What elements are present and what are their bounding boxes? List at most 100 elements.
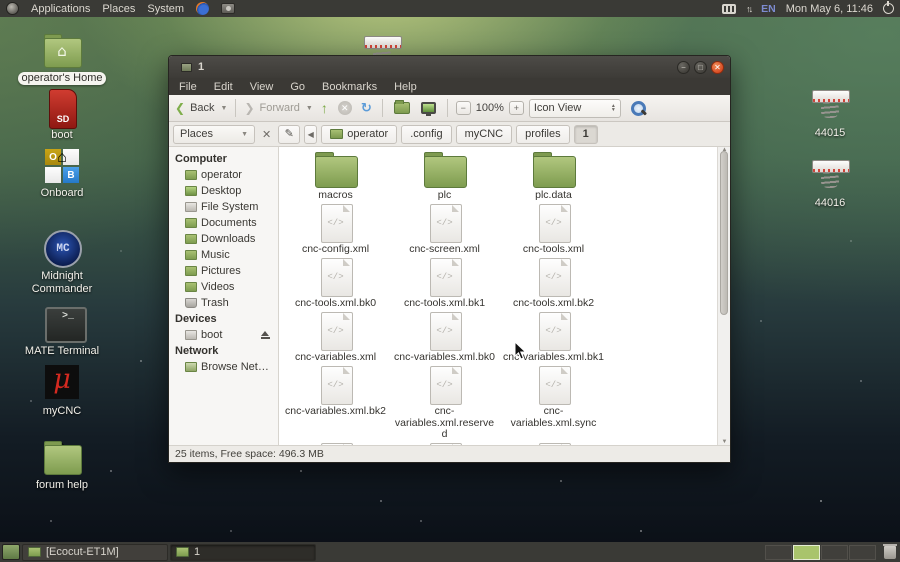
sidebar-entry[interactable]: File System — [169, 199, 278, 215]
taskbar: [Ecocut-ET1M] 1 — [22, 543, 763, 561]
scroll-down-icon[interactable]: ▼ — [718, 439, 731, 445]
file-item[interactable]: cnc-tools.xml — [499, 202, 608, 256]
workspace-cell[interactable] — [849, 544, 876, 560]
trash-icon[interactable] — [883, 543, 897, 559]
stop-button[interactable]: ✕ — [337, 101, 352, 115]
desktop-icon[interactable]: ⌂ Midnight Commander — [10, 229, 114, 297]
workspace-cell[interactable] — [793, 544, 820, 560]
sidebar-entry[interactable]: Documents — [169, 215, 278, 231]
sidebar-entry[interactable]: Downloads — [169, 231, 278, 247]
file-item[interactable]: macros — [281, 148, 390, 202]
breadcrumb-button[interactable]: operator — [321, 124, 398, 144]
desktop-icon[interactable]: ⌂ MATE Terminal — [10, 305, 114, 359]
zoom-in-button[interactable]: + — [508, 101, 524, 115]
refresh-button[interactable]: ↻ — [361, 101, 372, 116]
network-arrows-icon[interactable]: ↑↓ — [746, 4, 753, 14]
file-item[interactable]: cnc-variables.xml.bk2 — [281, 364, 390, 441]
menubar-item[interactable]: Go — [290, 81, 305, 93]
eject-icon[interactable] — [261, 331, 270, 339]
breadcrumb-scroll-left-button[interactable]: ◀ — [304, 124, 318, 144]
zoom-out-button[interactable]: − — [455, 101, 471, 115]
taskbar-item[interactable]: 1 — [170, 543, 316, 561]
maximize-button[interactable]: □ — [694, 60, 707, 74]
file-item[interactable]: cnc-variables.xml.sync — [499, 364, 608, 441]
file-item[interactable]: cnc-tools.xml.bk1 — [390, 256, 499, 310]
workspace-cell[interactable] — [821, 544, 848, 560]
desktop-icon[interactable]: ⌂ Onboard — [10, 149, 114, 201]
menubar-item[interactable]: Help — [394, 81, 417, 93]
up-button[interactable]: ↑ — [321, 100, 328, 116]
sidebar-entry[interactable]: Trash — [169, 295, 278, 311]
breadcrumb-button[interactable]: .config — [401, 124, 452, 144]
file-item[interactable]: plc.data — [499, 148, 608, 202]
power-icon[interactable] — [883, 1, 894, 14]
forward-button[interactable]: Forward — [260, 102, 300, 114]
file-item[interactable]: cnc-variables.xml.bk1 — [499, 310, 608, 364]
taskbar-item[interactable]: [Ecocut-ET1M] — [22, 543, 168, 561]
vertical-scrollbar[interactable]: ▲ ▼ — [717, 147, 730, 445]
file-item[interactable]: plc — [390, 148, 499, 202]
desktop-icon[interactable]: ⌂ myCNC — [10, 365, 114, 419]
search-icon[interactable] — [630, 100, 646, 116]
places-select[interactable]: Places ▼ — [173, 124, 255, 144]
folder-icon — [330, 129, 344, 139]
screenshot-icon[interactable] — [221, 3, 236, 14]
view-mode-select[interactable]: Icon View ▲ ▼ — [528, 98, 621, 118]
clock[interactable]: Mon May 6, 11:46 — [786, 3, 873, 15]
back-dropdown-icon[interactable]: ▼ — [221, 105, 228, 112]
minimize-button[interactable]: − — [677, 60, 690, 74]
back-button[interactable]: Back — [190, 102, 214, 114]
sidebar-entry[interactable]: Pictures — [169, 263, 278, 279]
sidebar-entry[interactable]: operator — [169, 167, 278, 183]
show-desktop-button[interactable] — [2, 544, 20, 560]
file-item[interactable]: cnc-config.xml — [281, 202, 390, 256]
desktop-icon[interactable]: ⌂ forum help — [10, 439, 114, 493]
file-item[interactable]: cnc-variables.xml — [281, 310, 390, 364]
scrollbar-thumb[interactable] — [720, 151, 728, 315]
desktop-icon[interactable]: ⌂ boot — [10, 89, 114, 143]
location-bar: Places ▼ ✕ ✎ ◀ operator .config myCNC pr… — [169, 122, 730, 147]
file-name: plc — [437, 189, 452, 201]
file-item[interactable]: cnc-screen.xml — [390, 202, 499, 256]
menu-places[interactable]: Places — [102, 3, 135, 15]
menubar-item[interactable]: Bookmarks — [322, 81, 377, 93]
menu-applications[interactable]: Applications — [31, 3, 90, 15]
file-item[interactable]: diagnose.xml — [390, 441, 499, 445]
menu-system[interactable]: System — [147, 3, 184, 15]
mate-menu-icon[interactable] — [6, 2, 19, 15]
desktop-icon-glyph: ⌂ — [40, 32, 84, 68]
titlebar[interactable]: 1 − □ ✕ — [169, 56, 730, 78]
breadcrumb-button[interactable]: 1 — [573, 124, 598, 144]
folder-icon — [28, 547, 41, 557]
close-button[interactable]: ✕ — [711, 60, 724, 74]
file-item[interactable]: cnc-tools.xml.bk0 — [281, 256, 390, 310]
menubar-item[interactable]: View — [250, 81, 274, 93]
close-sidebar-icon[interactable]: ✕ — [259, 128, 274, 141]
forward-dropdown-icon[interactable]: ▼ — [306, 105, 313, 112]
workspace-cell[interactable] — [765, 544, 792, 560]
sidebar-entry[interactable]: Videos — [169, 279, 278, 295]
file-item[interactable]: cnc-variables.xml.reserved — [390, 364, 499, 441]
sidebar-entry[interactable]: Music — [169, 247, 278, 263]
breadcrumb-button[interactable]: myCNC — [455, 124, 513, 144]
file-icon — [312, 312, 360, 351]
desktop-icon[interactable]: ⌂ operator's Home — [10, 32, 114, 86]
edit-location-button[interactable]: ✎ — [278, 124, 301, 144]
firefox-icon[interactable] — [196, 2, 210, 15]
sidebar-entry[interactable]: Browse Net… — [169, 359, 278, 375]
menubar-item[interactable]: Edit — [214, 81, 233, 93]
keyboard-indicator-icon[interactable] — [722, 3, 737, 14]
file-item[interactable]: 5 Axe description — [281, 441, 390, 445]
sidebar-entry[interactable]: Desktop — [169, 183, 278, 199]
desktop-icon[interactable]: 44015 — [798, 87, 862, 141]
file-item[interactable]: editor.xml — [499, 441, 608, 445]
computer-button[interactable] — [420, 102, 436, 116]
menubar-item[interactable]: File — [179, 81, 197, 93]
file-item[interactable]: cnc-tools.xml.bk2 — [499, 256, 608, 310]
desktop-icon[interactable]: 44016 — [798, 157, 862, 211]
file-item[interactable]: cnc-variables.xml.bk0 — [390, 310, 499, 364]
home-button[interactable] — [393, 100, 410, 114]
breadcrumb-button[interactable]: profiles — [516, 124, 570, 144]
language-indicator[interactable]: EN — [761, 3, 776, 15]
sidebar-entry: Computer — [175, 153, 227, 165]
